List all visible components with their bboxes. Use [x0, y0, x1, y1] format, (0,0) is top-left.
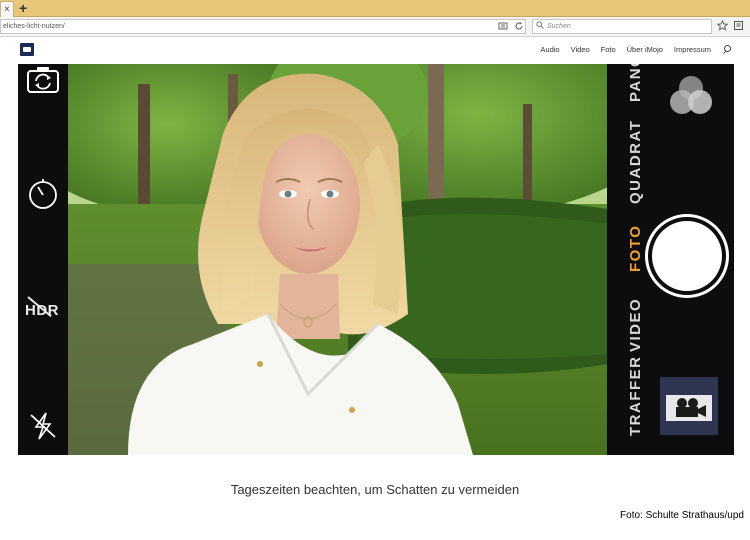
last-capture-thumbnail[interactable]	[660, 377, 718, 435]
camera-app-photo: HDR TRAFFER VIDEO FOTO QUADRAT PANO	[18, 64, 734, 455]
camera-right-toolbar: TRAFFER VIDEO FOTO QUADRAT PANO	[607, 64, 734, 455]
mode-pano[interactable]: PANO	[627, 64, 644, 102]
browser-search-bar[interactable]: Suchen	[532, 19, 712, 34]
camera-left-toolbar: HDR	[18, 64, 68, 455]
bookmark-star-icon[interactable]	[716, 19, 729, 33]
search-icon	[536, 21, 544, 33]
mode-video[interactable]: VIDEO	[627, 298, 644, 352]
reload-icon[interactable]	[513, 21, 525, 33]
menu-item-audio[interactable]: Audio	[540, 43, 559, 57]
menu-item-foto[interactable]: Foto	[601, 43, 616, 57]
flash-off-icon[interactable]	[26, 410, 60, 440]
new-tab-icon[interactable]: +	[19, 0, 27, 16]
menu-item-video[interactable]: Video	[571, 43, 590, 57]
bookmarks-library-icon[interactable]	[732, 20, 745, 33]
browser-tab[interactable]: ×	[0, 1, 14, 17]
switch-camera-icon[interactable]	[26, 66, 60, 96]
photo-caption: Tageszeiten beachten, um Schatten zu ver…	[230, 482, 520, 497]
mode-quadrat[interactable]: QUADRAT	[627, 120, 644, 204]
site-header: Audio Video Foto Über iMojo Impressum	[0, 38, 750, 64]
shutter-button-inner	[652, 221, 722, 291]
tab-close-icon[interactable]: ×	[4, 3, 10, 16]
site-logo[interactable]	[20, 43, 34, 56]
menu-item-impressum[interactable]: Impressum	[674, 43, 711, 57]
browser-tab-strip: × +	[0, 0, 750, 17]
browser-navigation-bar: eliches-licht-nutzen/ Suchen	[0, 17, 750, 37]
main-menu: Audio Video Foto Über iMojo Impressum	[540, 43, 732, 57]
reader-view-icon[interactable]	[497, 21, 509, 33]
menu-item-ueber-imojo[interactable]: Über iMojo	[627, 43, 663, 57]
mode-foto[interactable]: FOTO	[627, 225, 644, 272]
camera-mode-selector: TRAFFER VIDEO FOTO QUADRAT PANO	[607, 64, 647, 455]
filters-icon[interactable]	[667, 72, 717, 118]
address-bar[interactable]: eliches-licht-nutzen/	[0, 19, 526, 34]
shutter-button[interactable]	[645, 214, 729, 298]
site-search-icon[interactable]	[722, 45, 732, 55]
mode-zeitraffer[interactable]: TRAFFER	[627, 356, 644, 437]
photo-credit: Foto: Schulte Strathaus/upd	[620, 510, 744, 521]
search-placeholder: Suchen	[547, 23, 571, 30]
address-bar-url[interactable]: eliches-licht-nutzen/	[3, 21, 65, 33]
timer-icon[interactable]	[26, 178, 60, 209]
